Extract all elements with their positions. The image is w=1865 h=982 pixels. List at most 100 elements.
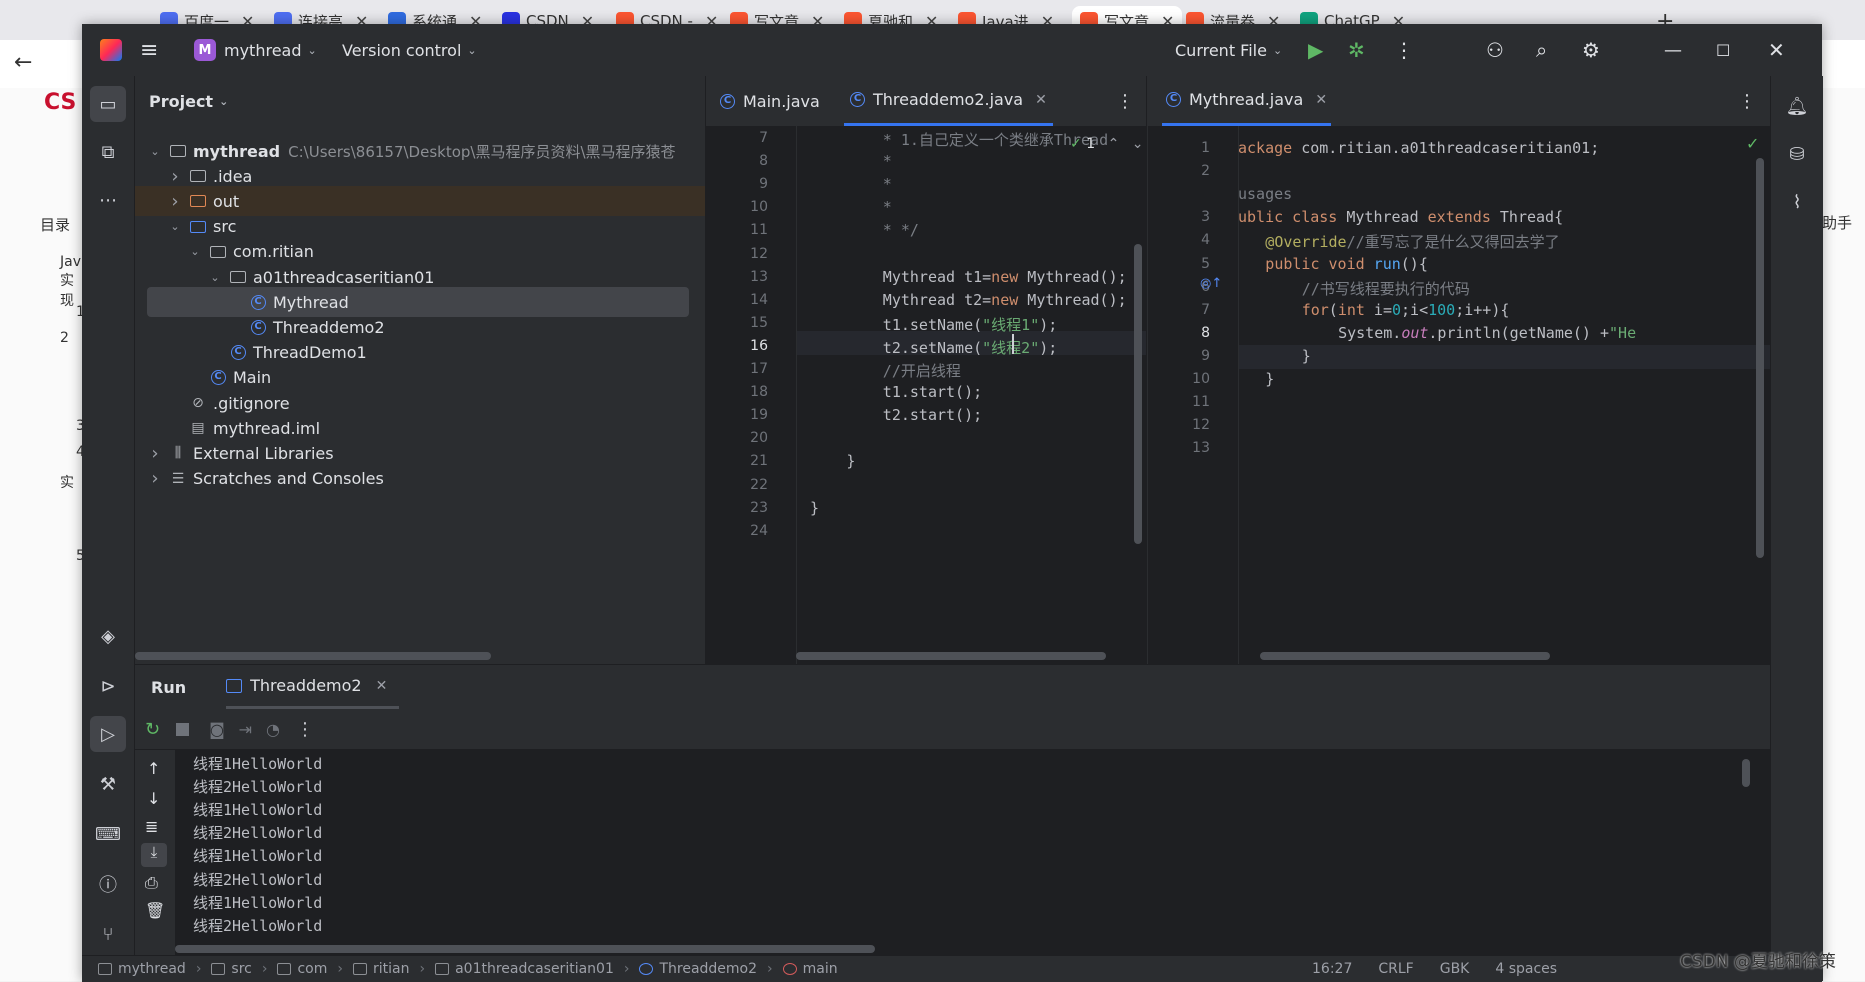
stop-icon[interactable] bbox=[176, 722, 190, 736]
tree-item[interactable]: › ☰ Scratches and Consoles bbox=[135, 464, 705, 494]
problems-icon[interactable]: ⓘ bbox=[90, 866, 126, 902]
file-encoding[interactable]: GBK bbox=[1440, 961, 1470, 977]
more-icon[interactable]: ⋮ bbox=[296, 719, 314, 740]
trash-icon[interactable]: 🗑︎ bbox=[145, 901, 165, 920]
git-branch-icon[interactable]: ⑂ bbox=[90, 916, 126, 952]
breadcrumb-item[interactable]: src › bbox=[211, 961, 267, 977]
print-icon[interactable]: ⎙ bbox=[145, 873, 158, 893]
more-tools-icon[interactable]: ⋯ bbox=[90, 182, 126, 218]
ide-logo-icon[interactable] bbox=[100, 24, 122, 76]
close-tab-icon[interactable]: ✕ bbox=[1315, 92, 1327, 108]
tab-threaddemo2-java[interactable]: C Threaddemo2.java ✕ bbox=[844, 76, 1053, 126]
run-config-label: Current File bbox=[1175, 40, 1267, 60]
add-user-icon[interactable]: ⚇ bbox=[1486, 24, 1504, 76]
code-token: (){ bbox=[1400, 254, 1428, 273]
close-tab-icon[interactable]: ✕ bbox=[1035, 92, 1047, 108]
project-selector[interactable]: M mythread ⌄ bbox=[194, 24, 317, 76]
close-tab-icon[interactable]: ✕ bbox=[376, 678, 388, 694]
editor-right-vscrollbar[interactable] bbox=[1756, 158, 1764, 558]
layers-icon[interactable]: ◈ bbox=[90, 618, 126, 654]
services-icon[interactable]: ⊳ bbox=[90, 668, 126, 704]
terminal-icon[interactable]: ⌨ bbox=[90, 816, 126, 852]
tabs-more-icon[interactable]: ⋮ bbox=[1738, 76, 1756, 126]
scroll-down-icon[interactable]: ↓ bbox=[147, 789, 160, 808]
tree-item-label: mythread.iml bbox=[213, 418, 321, 438]
arrow-up-icon[interactable]: ⌃ bbox=[1108, 136, 1120, 152]
code-token: int bbox=[1337, 300, 1365, 319]
chevron-down-icon[interactable]: ⌄ bbox=[207, 271, 223, 284]
debug-icon[interactable]: ✲ bbox=[1348, 24, 1365, 76]
main-menu-icon[interactable]: ≡ bbox=[140, 24, 158, 76]
scroll-up-icon[interactable]: ↑ bbox=[147, 759, 160, 778]
editor-right-hscrollbar[interactable] bbox=[1260, 652, 1550, 660]
scroll-to-end-icon[interactable]: ⤓ bbox=[141, 843, 167, 867]
run-tool-icon[interactable]: ▷ bbox=[90, 716, 126, 752]
camera-icon[interactable]: ◙ bbox=[209, 720, 225, 739]
toc-item[interactable]: 2 bbox=[60, 330, 69, 346]
project-hscrollbar[interactable] bbox=[135, 652, 491, 660]
iml-icon: ▤ bbox=[191, 420, 205, 437]
arrow-down-icon[interactable]: ⌄ bbox=[1132, 136, 1144, 152]
breadcrumb-item[interactable]: mythread › bbox=[98, 961, 201, 977]
console-hscrollbar[interactable] bbox=[175, 945, 875, 953]
breadcrumb-item[interactable]: ritian › bbox=[353, 961, 425, 977]
toc-item[interactable]: Jav bbox=[60, 254, 81, 270]
override-marker-icon[interactable]: ◎↑ bbox=[1200, 276, 1222, 291]
close-icon[interactable]: ✕ bbox=[1768, 24, 1785, 76]
code-token: 0 bbox=[1392, 300, 1402, 319]
toc-item[interactable]: 实 bbox=[60, 472, 74, 492]
more-icon[interactable]: ⋮ bbox=[1394, 24, 1414, 76]
breadcrumb-item[interactable]: Threaddemo2 › bbox=[639, 961, 773, 977]
settings-gear-icon[interactable]: ⚙ bbox=[1582, 24, 1600, 76]
editor-left-hscrollbar[interactable] bbox=[796, 652, 1106, 660]
search-icon[interactable]: ⌕ bbox=[1536, 24, 1547, 76]
breadcrumb-item[interactable]: main bbox=[782, 961, 838, 977]
chevron-down-icon[interactable]: ⌄ bbox=[187, 245, 203, 258]
chevron-right-icon[interactable]: › bbox=[167, 166, 183, 187]
code-line: public void run(){ bbox=[1265, 255, 1428, 273]
breadcrumb-item[interactable]: a01threadcaseritian01 › bbox=[435, 961, 629, 977]
console-output[interactable]: 线程1HelloWorld 线程2HelloWorld 线程1HelloWorld 线… bbox=[175, 749, 1770, 956]
line-number: 21 bbox=[750, 453, 768, 470]
console-vscrollbar[interactable] bbox=[1742, 759, 1750, 787]
editor-left-vscrollbar[interactable] bbox=[1134, 244, 1142, 544]
tab-mythread-java[interactable]: C Mythread.java ✕ bbox=[1162, 76, 1332, 126]
class-icon: C bbox=[850, 92, 865, 107]
chevron-down-icon: ⌄ bbox=[219, 94, 229, 108]
breadcrumb-item[interactable]: com › bbox=[277, 961, 343, 977]
tab-main-java[interactable]: C Main.java bbox=[720, 76, 820, 126]
run-config-icon bbox=[226, 678, 243, 693]
console-line: 线程1HelloWorld bbox=[193, 755, 323, 773]
chevron-right-icon[interactable]: › bbox=[167, 191, 183, 212]
caret-position[interactable]: 16:27 bbox=[1312, 961, 1352, 977]
coverage-icon[interactable]: ◔ bbox=[266, 720, 280, 739]
tabs-more-icon[interactable]: ⋮ bbox=[1116, 76, 1134, 126]
chevron-right-icon[interactable]: › bbox=[147, 468, 163, 489]
exit-icon[interactable]: ⇥ bbox=[239, 720, 252, 739]
minimize-icon[interactable]: — bbox=[1664, 24, 1682, 76]
project-tool-icon[interactable]: ▭ bbox=[90, 86, 126, 122]
notifications-bell-icon[interactable]: 🔔︎ bbox=[1779, 88, 1815, 124]
chevron-down-icon[interactable]: ⌄ bbox=[167, 220, 183, 233]
class-icon: C bbox=[249, 293, 267, 311]
structure-icon[interactable]: ⧉ bbox=[90, 134, 126, 170]
project-panel-header[interactable]: Project ⌄ bbox=[135, 76, 705, 126]
chevron-down-icon[interactable]: ⌄ bbox=[147, 145, 163, 158]
soft-wrap-icon[interactable]: ≣ bbox=[145, 817, 158, 836]
indent-setting[interactable]: 4 spaces bbox=[1495, 961, 1557, 977]
database-icon[interactable]: ⛁ bbox=[1779, 136, 1815, 172]
vcs-selector[interactable]: Version control ⌄ bbox=[342, 24, 477, 76]
rerun-icon[interactable]: ↻ bbox=[145, 719, 160, 740]
run-icon[interactable]: ▶ bbox=[1308, 24, 1323, 76]
console-line: 线程2HelloWorld bbox=[193, 778, 323, 797]
profiler-icon[interactable]: ⌇ bbox=[1779, 184, 1815, 220]
chevron-right-icon[interactable]: › bbox=[147, 443, 163, 464]
build-hammer-icon[interactable]: ⚒ bbox=[90, 766, 126, 802]
run-tab-threaddemo2[interactable]: Threaddemo2 ✕ bbox=[226, 665, 400, 709]
inspection-widget[interactable]: ✓ 1 ⌃ ⌄ bbox=[1070, 136, 1143, 152]
run-config-selector[interactable]: Current File ⌄ bbox=[1175, 24, 1282, 76]
line-separator[interactable]: CRLF bbox=[1378, 961, 1413, 977]
code-token: } bbox=[846, 452, 856, 471]
back-icon[interactable]: ← bbox=[14, 50, 32, 75]
maximize-icon[interactable]: ☐ bbox=[1716, 24, 1730, 76]
